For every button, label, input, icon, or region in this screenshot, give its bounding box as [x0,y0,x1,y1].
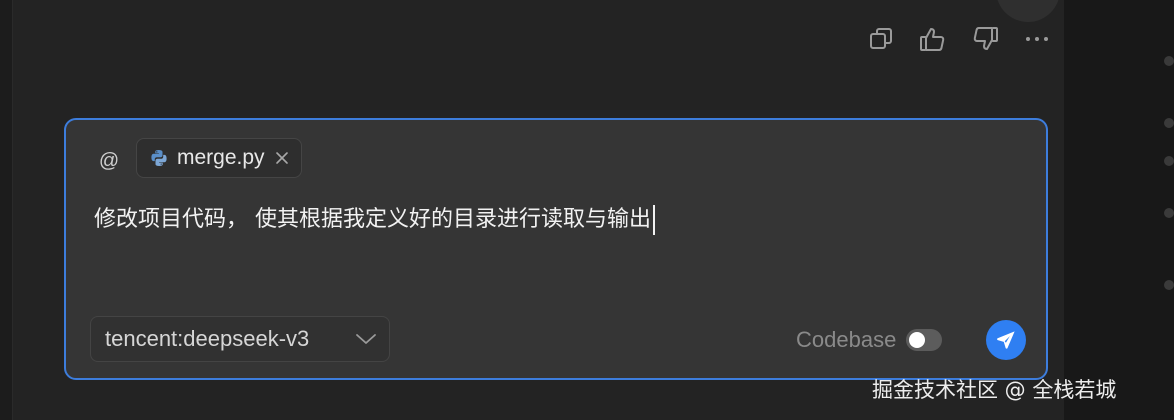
copy-icon [870,28,892,49]
attached-file-name: merge.py [177,146,265,169]
watermark-text: 掘金技术社区 @ 全栈若城 [872,378,1117,402]
send-icon [997,331,1015,349]
text-caret [653,205,655,235]
remove-attachment-button[interactable] [273,149,291,167]
like-button[interactable] [916,22,950,56]
more-horizontal-icon [1026,37,1048,41]
more-button[interactable] [1020,22,1054,56]
prompt-input[interactable]: 修改项目代码， 使其根据我定义好的目录进行读取与输出 [94,200,1014,240]
attached-file-chip[interactable]: merge.py [136,138,302,178]
left-panel-edge [0,0,13,420]
codebase-label: Codebase [796,327,897,352]
prompt-text: 修改项目代码， 使其根据我定义好的目录进行读取与输出 [94,207,651,232]
send-button[interactable] [986,320,1026,360]
model-selector[interactable]: tencent:deepseek-v3 [90,316,390,362]
avatar [996,0,1060,22]
mention-button[interactable]: @ [94,146,124,176]
chevron-down-icon [356,334,376,344]
codebase-toggle[interactable] [906,329,943,351]
dislike-button[interactable] [968,22,1002,56]
chat-composer[interactable]: @ merge.py 修改项目代码， 使其根据我定义好的目录进行读取与输出 te… [64,118,1048,380]
close-icon [275,152,288,164]
thumbs-up-icon [920,28,945,51]
model-selector-value: tencent:deepseek-v3 [105,326,310,351]
python-file-icon [149,148,169,168]
thumbs-down-icon [973,27,998,50]
toggle-knob [909,332,926,348]
scroll-markers [1164,56,1174,296]
message-actions [864,22,1054,56]
right-sidebar [1064,0,1174,420]
codebase-toggle-group: Codebase [796,325,943,355]
copy-button[interactable] [864,22,898,56]
